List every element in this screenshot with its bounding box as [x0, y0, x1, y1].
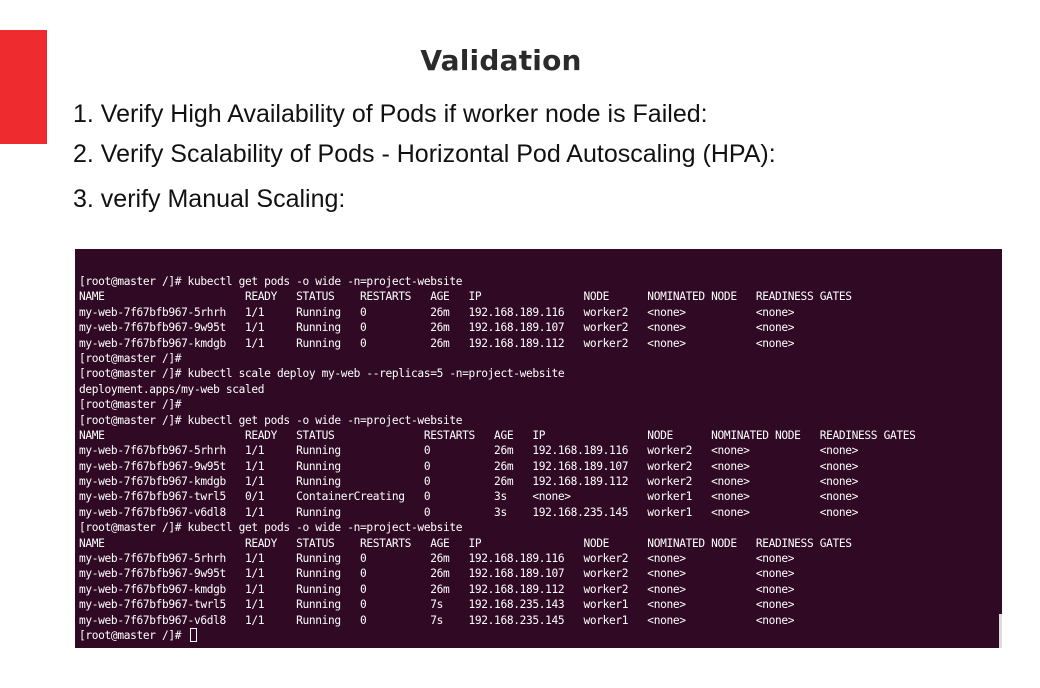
terminal-prompt-line[interactable]: [root@master /]# — [79, 627, 1002, 643]
slide-title: Validation — [420, 44, 582, 77]
terminal-line: NAME READY STATUS RESTARTS AGE IP NODE N… — [79, 428, 916, 442]
terminal-line: my-web-7f67bfb967-9w95t 1/1 Running 0 26… — [79, 321, 795, 335]
step-1: 1. Verify High Availability of Pods if w… — [73, 100, 708, 128]
terminal-line: my-web-7f67bfb967-twrl5 1/1 Running 0 7s… — [79, 598, 795, 612]
step-3: 3. verify Manual Scaling: — [73, 185, 346, 213]
terminal-line: my-web-7f67bfb967-kmdgb 1/1 Running 0 26… — [79, 336, 795, 350]
terminal-line: my-web-7f67bfb967-v6dl8 1/1 Running 0 7s… — [79, 613, 795, 627]
terminal-line: my-web-7f67bfb967-5rhrh 1/1 Running 0 26… — [79, 305, 795, 319]
terminal-line: [root@master /]# — [79, 351, 182, 365]
terminal-prompt: [root@master /]# — [79, 628, 188, 642]
terminal-line: my-web-7f67bfb967-kmdgb 1/1 Running 0 26… — [79, 475, 859, 489]
terminal-line: NAME READY STATUS RESTARTS AGE IP NODE N… — [79, 290, 852, 304]
terminal-line: [root@master /]# kubectl scale deploy my… — [79, 367, 565, 381]
terminal-line: my-web-7f67bfb967-5rhrh 1/1 Running 0 26… — [79, 552, 795, 566]
terminal-line: [root@master /]# kubectl get pods -o wid… — [79, 521, 463, 535]
terminal-screenshot: [root@master /]# kubectl get pods -o wid… — [75, 249, 1002, 648]
terminal-line: my-web-7f67bfb967-5rhrh 1/1 Running 0 26… — [79, 444, 859, 458]
step-2: 2. Verify Scalability of Pods - Horizont… — [73, 140, 776, 168]
terminal-output: [root@master /]# kubectl get pods -o wid… — [79, 274, 1002, 643]
terminal-line: [root@master /]# — [79, 398, 182, 412]
terminal-line: deployment.apps/my-web scaled — [79, 382, 265, 396]
terminal-line: my-web-7f67bfb967-v6dl8 1/1 Running 0 3s… — [79, 505, 859, 519]
terminal-line: NAME READY STATUS RESTARTS AGE IP NODE N… — [79, 536, 852, 550]
terminal-line: my-web-7f67bfb967-kmdgb 1/1 Running 0 26… — [79, 582, 795, 596]
terminal-scrollbar[interactable] — [999, 614, 1002, 648]
terminal-cursor — [189, 627, 197, 642]
terminal-line: my-web-7f67bfb967-twrl5 0/1 ContainerCre… — [79, 490, 859, 504]
terminal-line: [root@master /]# kubectl get pods -o wid… — [79, 413, 463, 427]
terminal-line: my-web-7f67bfb967-9w95t 1/1 Running 0 26… — [79, 567, 795, 581]
terminal-line: my-web-7f67bfb967-9w95t 1/1 Running 0 26… — [79, 459, 859, 473]
terminal-line: [root@master /]# kubectl get pods -o wid… — [79, 275, 463, 288]
